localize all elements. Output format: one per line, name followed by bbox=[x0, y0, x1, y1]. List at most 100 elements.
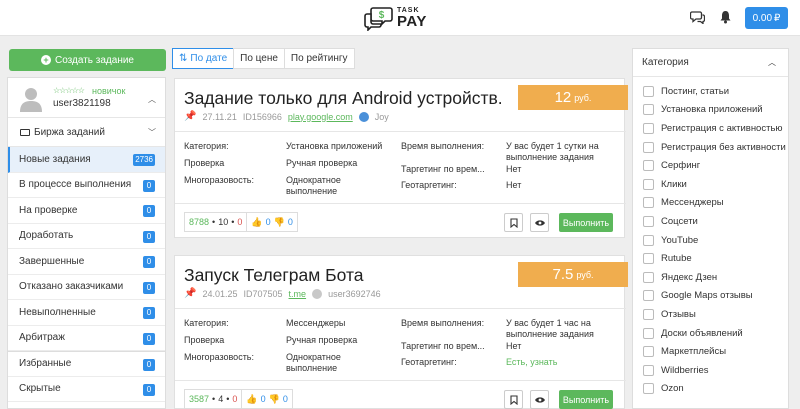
sort-by-price[interactable]: По цене bbox=[233, 48, 285, 69]
sidebar-item[interactable]: Избранные 0 bbox=[8, 351, 165, 377]
sidebar-item[interactable]: Новые задания 2736 bbox=[8, 147, 165, 173]
task-exchange-toggle[interactable]: Биржа заданий ﹀ bbox=[8, 118, 165, 147]
chevron-up-icon[interactable]: ︿ bbox=[148, 94, 156, 105]
chat-icon[interactable] bbox=[689, 10, 706, 27]
category-checkbox[interactable] bbox=[643, 141, 654, 153]
task-title[interactable]: Запуск Телеграм Бота bbox=[184, 265, 364, 286]
run-task-label: Выполнить bbox=[562, 394, 610, 405]
run-task-button[interactable]: Выполнить bbox=[559, 390, 613, 409]
category-option[interactable]: Доски объявлений bbox=[633, 324, 788, 343]
sidebar-item[interactable]: Доработать 0 bbox=[8, 224, 165, 249]
category-option[interactable]: Отзывы bbox=[633, 305, 788, 324]
hide-button[interactable] bbox=[530, 213, 549, 232]
balance-button[interactable]: 0.00 ₽ bbox=[745, 7, 788, 29]
targeting-value: Нет bbox=[506, 341, 522, 351]
sort-tabs: ⇅ По дате По цене По рейтингу bbox=[172, 48, 355, 69]
task-link[interactable]: t.me bbox=[289, 289, 307, 299]
category-option[interactable]: Rutube bbox=[633, 249, 788, 268]
sidebar-item[interactable]: Невыполненные 0 bbox=[8, 300, 165, 326]
category-filter-header[interactable]: Категория ︿ bbox=[633, 49, 788, 77]
category-checkbox[interactable] bbox=[643, 160, 654, 172]
category-option[interactable]: Яндекс Дзен bbox=[633, 268, 788, 287]
logo[interactable]: $ TASK PAY bbox=[364, 4, 427, 32]
chevron-up-icon: ︿ bbox=[768, 58, 776, 67]
category-checkbox[interactable] bbox=[643, 234, 654, 246]
thumbs-up-icon[interactable]: 👍 bbox=[246, 394, 257, 405]
pin-icon[interactable]: 📌 bbox=[184, 288, 196, 299]
count-badge: 2736 bbox=[133, 154, 155, 166]
task-title[interactable]: Задание только для Android устройств. bbox=[184, 88, 503, 109]
thumbs-up-icon[interactable]: 👍 bbox=[251, 217, 262, 228]
sidebar-item[interactable]: Завершенные 0 bbox=[8, 249, 165, 275]
user-rank: новичок bbox=[92, 86, 126, 96]
check-value: Ручная проверка bbox=[286, 158, 358, 168]
category-checkbox[interactable] bbox=[643, 178, 654, 190]
sidebar-item-label: Скрытые bbox=[19, 383, 61, 395]
bell-icon[interactable] bbox=[719, 10, 732, 27]
category-option[interactable]: Регистрация без активности bbox=[633, 138, 788, 157]
sidebar-item[interactable]: На проверке 0 bbox=[8, 198, 165, 224]
category-checkbox[interactable] bbox=[643, 271, 654, 283]
check-label: Проверка bbox=[184, 158, 225, 168]
task-meta: 📌 24.01.25 ID707505 t.me user3692746 bbox=[184, 288, 381, 299]
user-profile[interactable]: ☆☆☆☆☆ новичок user3821198 ︿ bbox=[8, 78, 165, 118]
pin-icon[interactable]: 📌 bbox=[184, 111, 196, 122]
sidebar-item-label: Завершенные bbox=[19, 255, 85, 267]
thumbs-down-icon[interactable]: 👎 bbox=[269, 394, 280, 405]
category-option[interactable]: Маркетплейсы bbox=[633, 342, 788, 361]
category-checkbox[interactable] bbox=[643, 197, 654, 209]
task-price: 7.5 руб. bbox=[518, 262, 628, 287]
chevron-down-icon: ﹀ bbox=[148, 127, 156, 137]
category-checkbox[interactable] bbox=[643, 253, 654, 265]
category-checkbox[interactable] bbox=[643, 104, 654, 116]
task-card[interactable]: Запуск Телеграм Бота 7.5 руб. 📌 24.01.25 ID70… bbox=[174, 255, 628, 409]
sort-by-date[interactable]: ⇅ По дате bbox=[172, 48, 235, 69]
ruble-icon: ₽ bbox=[774, 12, 781, 24]
category-checkbox[interactable] bbox=[643, 308, 654, 320]
category-label: Доски объявлений bbox=[661, 327, 743, 339]
create-task-button[interactable]: + Создать задание bbox=[9, 49, 166, 71]
category-checkbox[interactable] bbox=[643, 327, 654, 339]
sidebar-item[interactable]: Арбитраж 0 bbox=[8, 326, 165, 351]
category-option[interactable]: Клики bbox=[633, 175, 788, 194]
category-option[interactable]: Wildberries bbox=[633, 361, 788, 380]
task-link[interactable]: play.google.com bbox=[288, 112, 353, 122]
run-task-button[interactable]: Выполнить bbox=[559, 213, 613, 232]
task-author[interactable]: Joy bbox=[375, 112, 389, 122]
bookmark-button[interactable] bbox=[504, 390, 523, 409]
category-option[interactable]: Постинг, статьи bbox=[633, 82, 788, 101]
sort-by-rating[interactable]: По рейтингу bbox=[283, 48, 355, 69]
thumbs-down-icon[interactable]: 👎 bbox=[274, 217, 285, 228]
category-checkbox[interactable] bbox=[643, 383, 654, 395]
category-option[interactable]: Регистрация с активностью bbox=[633, 119, 788, 138]
bookmark-button[interactable] bbox=[504, 213, 523, 232]
category-option[interactable]: Ozon bbox=[633, 380, 788, 399]
sidebar-item-label: Арбитраж bbox=[19, 332, 65, 344]
hide-button[interactable] bbox=[530, 390, 549, 409]
eye-icon bbox=[534, 219, 545, 226]
task-card[interactable]: Задание только для Android устройств. 12 р… bbox=[174, 78, 628, 238]
category-checkbox[interactable] bbox=[643, 364, 654, 376]
geo-value[interactable]: Есть, узнать bbox=[506, 357, 557, 368]
category-option[interactable]: Серфинг bbox=[633, 156, 788, 175]
sidebar-item[interactable]: Скрытые 0 bbox=[8, 377, 165, 402]
category-option[interactable]: Google Maps отзывы bbox=[633, 287, 788, 306]
category-option[interactable]: YouTube bbox=[633, 231, 788, 250]
category-checkbox[interactable] bbox=[643, 346, 654, 358]
category-checkbox[interactable] bbox=[643, 290, 654, 302]
category-option[interactable]: Мессенджеры bbox=[633, 194, 788, 213]
category-option[interactable]: Соцсети bbox=[633, 212, 788, 231]
category-checkbox[interactable] bbox=[643, 85, 654, 97]
sidebar-item[interactable]: В процессе выполнения 0 bbox=[8, 173, 165, 198]
task-stats: 8788 • 10 • 0 👍 0 👎 0 bbox=[184, 212, 298, 232]
sidebar-item-label: Избранные bbox=[19, 358, 72, 370]
sidebar-item[interactable]: Отказано заказчиками 0 bbox=[8, 275, 165, 300]
category-checkbox[interactable] bbox=[643, 122, 654, 134]
sidebar-item-label: Новые задания bbox=[19, 153, 91, 165]
task-menu: Новые задания 2736 В процессе выполнения 0 Н… bbox=[8, 147, 165, 402]
sidebar-item-label: Отказано заказчиками bbox=[19, 281, 124, 293]
category-checkbox[interactable] bbox=[643, 215, 654, 227]
task-author[interactable]: user3692746 bbox=[328, 289, 381, 299]
category-option[interactable]: Установка приложений bbox=[633, 101, 788, 120]
category-label: Серфинг bbox=[661, 160, 701, 172]
